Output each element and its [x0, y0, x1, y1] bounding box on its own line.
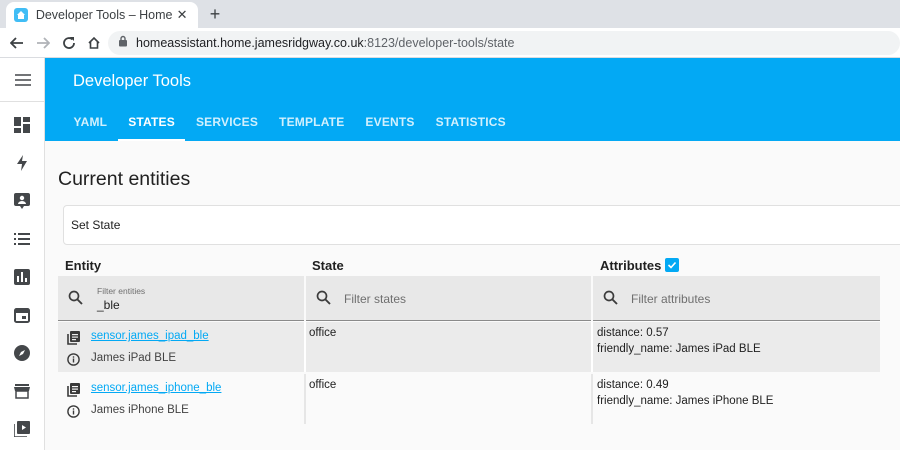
attributes-filter-input[interactable]: Filter attributes [593, 276, 880, 321]
state-filter-input[interactable]: Filter states [306, 276, 591, 321]
browser-toolbar: homeassistant.home.jamesridgway.co.uk:81… [0, 28, 900, 58]
history-list-icon[interactable] [12, 229, 32, 249]
page-header-title: Developer Tools [73, 72, 192, 90]
tab-services[interactable]: SERVICES [185, 103, 268, 141]
search-icon [316, 290, 332, 306]
set-state-panel[interactable]: Set State [63, 205, 900, 245]
home-icon[interactable] [86, 35, 102, 51]
info-icon[interactable] [66, 352, 80, 366]
lock-icon [118, 34, 128, 52]
clipboard-icon[interactable] [66, 331, 80, 345]
tab-states[interactable]: STATES [117, 103, 186, 141]
entity-filter-label: Filter entities [97, 286, 146, 296]
entity-filter-input[interactable]: Filter entities _ble [58, 276, 304, 321]
address-bar[interactable]: homeassistant.home.jamesridgway.co.uk:81… [108, 31, 900, 55]
entity-column-header: Entity [65, 258, 102, 273]
browser-tab-title: Developer Tools – Home A [35, 8, 175, 22]
entity-attribute: friendly_name: James iPad BLE [597, 343, 761, 355]
new-tab-button[interactable]: + [205, 4, 225, 24]
page-title: Current entities [58, 168, 191, 190]
search-icon [603, 290, 619, 306]
media-icon[interactable] [12, 419, 32, 439]
statistics-icon[interactable] [12, 267, 32, 287]
tab-statistics[interactable]: STATISTICS [425, 103, 516, 141]
browser-tab-strip: Developer Tools – Home A ✕ + [0, 0, 900, 28]
reload-icon[interactable] [61, 35, 77, 51]
url-path: :8123/developer-tools/state [363, 36, 515, 50]
entity-attribute: distance: 0.57 [597, 327, 669, 339]
cell-divider [304, 374, 306, 424]
entity-state: office [309, 379, 337, 391]
cell-divider [304, 322, 306, 372]
attributes-column-header: Attributes [600, 258, 662, 273]
energy-icon[interactable] [12, 153, 32, 173]
store-icon[interactable] [12, 381, 32, 401]
entity-state: office [309, 327, 337, 339]
state-column-header: State [312, 258, 344, 273]
clipboard-icon[interactable] [66, 383, 80, 397]
attributes-filter-placeholder: Filter attributes [631, 292, 711, 306]
state-filter-placeholder: Filter states [344, 292, 407, 306]
entity-attribute: distance: 0.49 [597, 379, 669, 391]
search-icon [68, 290, 84, 306]
info-icon[interactable] [66, 404, 80, 418]
calendar-icon[interactable] [12, 305, 32, 325]
url-text: homeassistant.home.jamesridgway.co.uk:81… [136, 36, 514, 50]
home-assistant-favicon-icon [14, 8, 28, 22]
cell-divider [591, 374, 593, 424]
sidebar [0, 58, 45, 450]
table-row: sensor.james_iphone_ble James iPhone BLE… [58, 374, 880, 424]
tab-bar: YAML STATES SERVICES TEMPLATE EVENTS STA… [63, 103, 516, 141]
tab-template[interactable]: TEMPLATE [269, 103, 355, 141]
map-icon[interactable] [12, 343, 32, 363]
logbook-icon[interactable] [12, 191, 32, 211]
entity-friendly-name: James iPhone BLE [91, 404, 189, 416]
url-host: homeassistant.home.jamesridgway.co.uk [136, 36, 364, 50]
entity-id-link[interactable]: sensor.james_iphone_ble [91, 382, 221, 394]
entity-id-link[interactable]: sensor.james_ipad_ble [91, 330, 209, 342]
cell-divider [591, 322, 593, 372]
menu-icon[interactable] [0, 58, 45, 102]
entity-friendly-name: James iPad BLE [91, 352, 177, 364]
entity-filter-value: _ble [97, 298, 120, 312]
tab-events[interactable]: EVENTS [355, 103, 425, 141]
tab-yaml[interactable]: YAML [63, 103, 118, 141]
entity-attribute: friendly_name: James iPhone BLE [597, 395, 774, 407]
table-row: sensor.james_ipad_ble James iPad BLE off… [58, 322, 880, 372]
app-header: Developer Tools YAML STATES SERVICES TEM… [45, 58, 900, 141]
overview-icon[interactable] [12, 115, 32, 135]
close-tab-icon[interactable]: ✕ [174, 7, 190, 23]
forward-arrow-icon[interactable] [35, 35, 51, 51]
back-arrow-icon[interactable] [9, 35, 25, 51]
browser-tab[interactable]: Developer Tools – Home A ✕ [6, 2, 198, 28]
attributes-checkbox[interactable] [665, 258, 679, 272]
